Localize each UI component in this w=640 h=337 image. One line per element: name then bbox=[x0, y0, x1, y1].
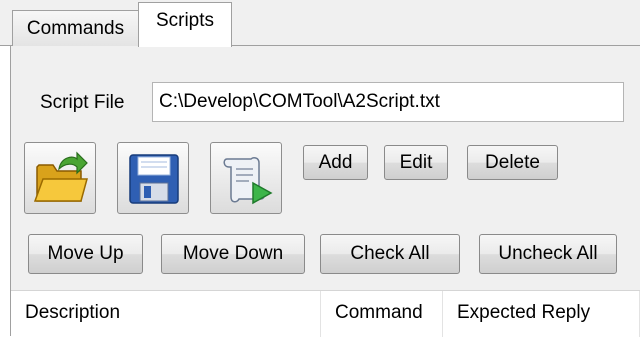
script-list-header: Description Command Expected Reply bbox=[11, 290, 640, 337]
column-header-command[interactable]: Command bbox=[321, 291, 443, 337]
uncheck-all-button[interactable]: Uncheck All bbox=[479, 234, 617, 274]
tab-strip: Commands Scripts bbox=[0, 0, 640, 47]
script-file-input[interactable] bbox=[152, 82, 624, 122]
script-file-label: Script File bbox=[40, 92, 125, 113]
run-script-button[interactable] bbox=[210, 142, 282, 214]
open-script-button[interactable] bbox=[24, 142, 96, 214]
move-down-button[interactable]: Move Down bbox=[161, 234, 305, 274]
column-header-description[interactable]: Description bbox=[11, 291, 321, 337]
column-header-expected-reply[interactable]: Expected Reply bbox=[443, 291, 640, 337]
edit-button[interactable]: Edit bbox=[384, 145, 448, 180]
tab-commands[interactable]: Commands bbox=[12, 10, 139, 46]
add-button[interactable]: Add bbox=[303, 145, 368, 180]
save-floppy-icon bbox=[129, 154, 179, 204]
move-up-button[interactable]: Move Up bbox=[28, 234, 143, 274]
tab-scripts[interactable]: Scripts bbox=[138, 2, 232, 47]
save-script-button[interactable] bbox=[117, 142, 189, 214]
open-folder-icon bbox=[33, 151, 88, 202]
delete-button[interactable]: Delete bbox=[467, 145, 558, 180]
check-all-button[interactable]: Check All bbox=[320, 234, 460, 274]
run-script-icon bbox=[223, 157, 273, 205]
